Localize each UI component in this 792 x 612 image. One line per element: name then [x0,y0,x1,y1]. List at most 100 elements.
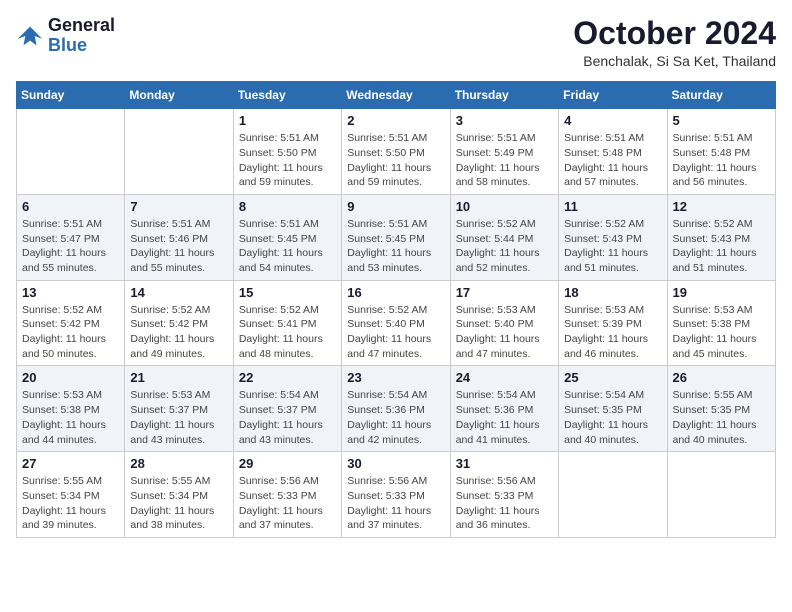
calendar-cell: 21Sunrise: 5:53 AMSunset: 5:37 PMDayligh… [125,366,233,452]
day-number: 20 [22,370,119,385]
day-number: 19 [673,285,770,300]
day-number: 9 [347,199,444,214]
day-info: Sunrise: 5:52 AMSunset: 5:43 PMDaylight:… [564,217,661,276]
calendar-cell: 28 Sunrise: 5:55 AMSunset: 5:34 PMDayligh… [125,452,233,538]
day-header-wednesday: Wednesday [342,82,450,109]
calendar-cell: 14 Sunrise: 5:52 AMSunset: 5:42 PMDayligh… [125,280,233,366]
calendar-cell: 25Sunrise: 5:54 AMSunset: 5:35 PMDayligh… [559,366,667,452]
day-number: 2 [347,113,444,128]
day-number: 5 [673,113,770,128]
day-header-tuesday: Tuesday [233,82,341,109]
day-info: Sunrise: 5:54 AMSunset: 5:36 PMDaylight:… [456,388,553,447]
logo-line1: General [48,16,115,36]
day-number: 11 [564,199,661,214]
day-info: Sunrise: 5:51 AMSunset: 5:45 PMDaylight:… [347,217,444,276]
calendar-cell: 22 Sunrise: 5:54 AMSunset: 5:37 PMDayligh… [233,366,341,452]
calendar-cell: 29Sunrise: 5:56 AMSunset: 5:33 PMDayligh… [233,452,341,538]
day-number: 26 [673,370,770,385]
calendar-cell: 16Sunrise: 5:52 AMSunset: 5:40 PMDayligh… [342,280,450,366]
day-number: 6 [22,199,119,214]
day-number: 31 [456,456,553,471]
day-number: 28 [130,456,227,471]
calendar-cell: 10 Sunrise: 5:52 AMSunset: 5:44 PMDayligh… [450,194,558,280]
calendar-cell [17,109,125,195]
calendar-cell [125,109,233,195]
calendar-cell: 4 Sunrise: 5:51 AMSunset: 5:48 PMDaylight… [559,109,667,195]
day-info: Sunrise: 5:54 AMSunset: 5:36 PMDaylight:… [347,388,444,447]
calendar-cell: 9 Sunrise: 5:51 AMSunset: 5:45 PMDaylight… [342,194,450,280]
calendar-week-1: 1 Sunrise: 5:51 AMSunset: 5:50 PMDaylight… [17,109,776,195]
calendar-cell: 5 Sunrise: 5:51 AMSunset: 5:48 PMDaylight… [667,109,775,195]
calendar-cell: 17 Sunrise: 5:53 AMSunset: 5:40 PMDayligh… [450,280,558,366]
day-info: Sunrise: 5:53 AMSunset: 5:38 PMDaylight:… [22,388,119,447]
calendar-cell: 18Sunrise: 5:53 AMSunset: 5:39 PMDayligh… [559,280,667,366]
day-info: Sunrise: 5:51 AMSunset: 5:50 PMDaylight:… [239,131,336,190]
day-number: 17 [456,285,553,300]
calendar-cell: 7Sunrise: 5:51 AMSunset: 5:46 PMDaylight… [125,194,233,280]
day-number: 23 [347,370,444,385]
day-headers: SundayMondayTuesdayWednesdayThursdayFrid… [17,82,776,109]
calendar-week-2: 6 Sunrise: 5:51 AMSunset: 5:47 PMDaylight… [17,194,776,280]
day-number: 27 [22,456,119,471]
day-number: 4 [564,113,661,128]
calendar-cell [559,452,667,538]
day-info: Sunrise: 5:51 AMSunset: 5:49 PMDaylight:… [456,131,553,190]
calendar-cell: 11 Sunrise: 5:52 AMSunset: 5:43 PMDayligh… [559,194,667,280]
day-info: Sunrise: 5:54 AMSunset: 5:37 PMDaylight:… [239,388,336,447]
calendar-cell: 27 Sunrise: 5:55 AMSunset: 5:34 PMDayligh… [17,452,125,538]
day-number: 15 [239,285,336,300]
calendar-cell: 26 Sunrise: 5:55 AMSunset: 5:35 PMDayligh… [667,366,775,452]
day-info: Sunrise: 5:52 AMSunset: 5:43 PMDaylight:… [673,217,770,276]
day-number: 1 [239,113,336,128]
day-info: Sunrise: 5:51 AMSunset: 5:46 PMDaylight:… [130,217,227,276]
day-header-monday: Monday [125,82,233,109]
day-info: Sunrise: 5:51 AMSunset: 5:47 PMDaylight:… [22,217,119,276]
day-info: Sunrise: 5:55 AMSunset: 5:35 PMDaylight:… [673,388,770,447]
calendar-week-3: 13 Sunrise: 5:52 AMSunset: 5:42 PMDayligh… [17,280,776,366]
location: Benchalak, Si Sa Ket, Thailand [573,53,776,69]
day-number: 13 [22,285,119,300]
day-info: Sunrise: 5:56 AMSunset: 5:33 PMDaylight:… [347,474,444,533]
day-number: 14 [130,285,227,300]
calendar-cell: 1 Sunrise: 5:51 AMSunset: 5:50 PMDaylight… [233,109,341,195]
day-number: 8 [239,199,336,214]
day-info: Sunrise: 5:51 AMSunset: 5:45 PMDaylight:… [239,217,336,276]
day-number: 21 [130,370,227,385]
calendar-cell: 31 Sunrise: 5:56 AMSunset: 5:33 PMDayligh… [450,452,558,538]
day-number: 29 [239,456,336,471]
calendar-cell: 12Sunrise: 5:52 AMSunset: 5:43 PMDayligh… [667,194,775,280]
day-info: Sunrise: 5:52 AMSunset: 5:42 PMDaylight:… [130,303,227,362]
calendar-cell: 19 Sunrise: 5:53 AMSunset: 5:38 PMDayligh… [667,280,775,366]
calendar-cell: 24Sunrise: 5:54 AMSunset: 5:36 PMDayligh… [450,366,558,452]
logo-line2: Blue [48,36,115,56]
day-info: Sunrise: 5:52 AMSunset: 5:42 PMDaylight:… [22,303,119,362]
day-info: Sunrise: 5:51 AMSunset: 5:48 PMDaylight:… [673,131,770,190]
logo-text: General Blue [48,16,115,56]
calendar-cell: 13 Sunrise: 5:52 AMSunset: 5:42 PMDayligh… [17,280,125,366]
day-number: 16 [347,285,444,300]
calendar-cell: 20 Sunrise: 5:53 AMSunset: 5:38 PMDayligh… [17,366,125,452]
calendar-cell: 3 Sunrise: 5:51 AMSunset: 5:49 PMDaylight… [450,109,558,195]
logo: General Blue [16,16,115,56]
day-number: 3 [456,113,553,128]
calendar-cell: 23 Sunrise: 5:54 AMSunset: 5:36 PMDayligh… [342,366,450,452]
day-info: Sunrise: 5:54 AMSunset: 5:35 PMDaylight:… [564,388,661,447]
calendar-cell: 2Sunrise: 5:51 AMSunset: 5:50 PMDaylight… [342,109,450,195]
day-info: Sunrise: 5:55 AMSunset: 5:34 PMDaylight:… [22,474,119,533]
day-number: 30 [347,456,444,471]
title-block: October 2024 Benchalak, Si Sa Ket, Thail… [573,16,776,69]
day-header-saturday: Saturday [667,82,775,109]
calendar-cell: 30 Sunrise: 5:56 AMSunset: 5:33 PMDayligh… [342,452,450,538]
day-info: Sunrise: 5:55 AMSunset: 5:34 PMDaylight:… [130,474,227,533]
calendar-cell: 15Sunrise: 5:52 AMSunset: 5:41 PMDayligh… [233,280,341,366]
calendar-week-4: 20 Sunrise: 5:53 AMSunset: 5:38 PMDayligh… [17,366,776,452]
day-number: 10 [456,199,553,214]
day-number: 22 [239,370,336,385]
day-info: Sunrise: 5:56 AMSunset: 5:33 PMDaylight:… [456,474,553,533]
day-info: Sunrise: 5:52 AMSunset: 5:44 PMDaylight:… [456,217,553,276]
month-title: October 2024 [573,16,776,51]
day-info: Sunrise: 5:53 AMSunset: 5:40 PMDaylight:… [456,303,553,362]
day-info: Sunrise: 5:53 AMSunset: 5:38 PMDaylight:… [673,303,770,362]
day-number: 18 [564,285,661,300]
day-info: Sunrise: 5:51 AMSunset: 5:48 PMDaylight:… [564,131,661,190]
